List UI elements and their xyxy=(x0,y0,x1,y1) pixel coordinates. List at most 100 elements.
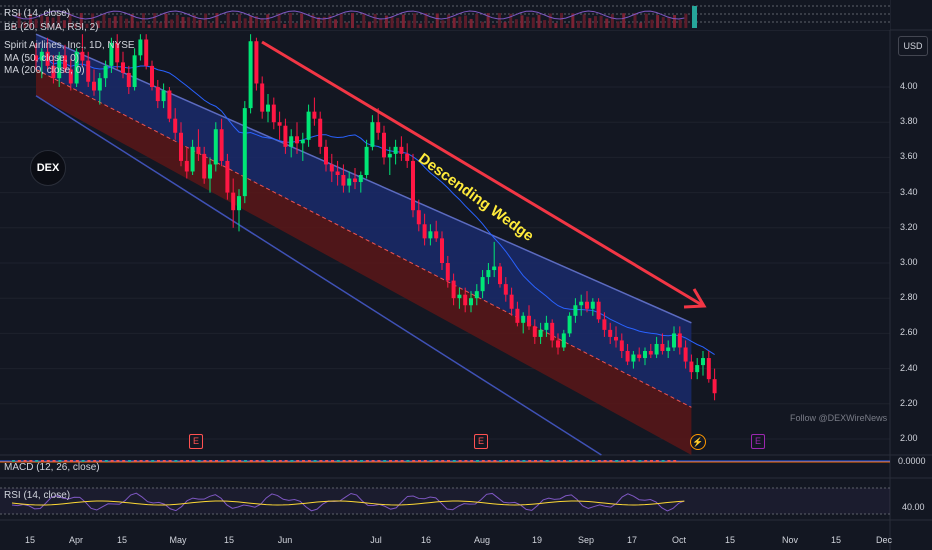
volume-bar xyxy=(593,16,597,28)
volume-bar xyxy=(266,14,270,28)
candle-body xyxy=(573,305,578,316)
ma50-legend[interactable]: MA (50, close, 0) xyxy=(4,53,135,66)
candle-body xyxy=(266,104,270,112)
lightning-icon[interactable]: ⚡ xyxy=(690,434,706,450)
volume-bar xyxy=(554,23,558,28)
macd-histogram-bar xyxy=(580,460,584,462)
macd-histogram-bar xyxy=(290,460,294,462)
candle-body xyxy=(515,308,520,323)
candle-body xyxy=(312,111,317,119)
volume-bar xyxy=(678,19,682,28)
macd-histogram-bar xyxy=(122,460,126,462)
macd-histogram-bar xyxy=(505,460,508,462)
volume-bar xyxy=(650,19,654,28)
volume-bar xyxy=(260,18,264,28)
volume-bar xyxy=(294,22,298,28)
macd-histogram-bar xyxy=(621,460,624,462)
macd-histogram-bar xyxy=(464,460,468,462)
earnings-badge[interactable]: E xyxy=(189,434,203,449)
volume-bar xyxy=(514,19,518,28)
candle-body xyxy=(590,301,595,309)
macd-histogram-bar xyxy=(128,460,131,462)
macd-histogram-bar xyxy=(539,460,543,462)
candle-body xyxy=(353,178,357,183)
candle-body xyxy=(411,160,415,211)
volume-bar xyxy=(367,21,371,28)
volume-bar xyxy=(141,13,145,28)
candle-body xyxy=(637,354,642,359)
macd-histogram-bar xyxy=(557,460,561,462)
macd-histogram-bar xyxy=(360,460,363,462)
top-rsi-legend[interactable]: RSI (14, close) xyxy=(4,8,70,20)
macd-histogram-bar xyxy=(586,460,590,462)
candle-body xyxy=(248,41,253,109)
time-tick-label: 15 xyxy=(724,535,736,545)
macd-histogram-bar xyxy=(110,460,114,462)
volume-bar xyxy=(339,13,343,28)
volume-bar xyxy=(243,18,247,28)
earnings-badge-upcoming[interactable]: E xyxy=(751,434,765,449)
earnings-badge[interactable]: E xyxy=(474,434,488,449)
time-tick-label: 16 xyxy=(420,535,432,545)
candle-body xyxy=(614,336,618,341)
lower-channel-fill xyxy=(36,69,692,456)
symbol-title[interactable]: Spirit Airlines, Inc., 1D, NYSE xyxy=(4,40,135,53)
top-bb-legend[interactable]: BB (20, SMA, RSI, 2) xyxy=(4,22,98,34)
candle-body xyxy=(196,146,201,154)
macd-histogram-bar xyxy=(238,460,242,462)
macd-histogram-bar xyxy=(528,460,532,462)
volume-bar xyxy=(283,24,287,28)
time-tick-label: Aug xyxy=(473,535,491,545)
macd-histogram-bar xyxy=(133,460,137,462)
candle-body xyxy=(393,146,398,154)
volume-bar xyxy=(396,17,400,28)
candle-body xyxy=(654,343,659,355)
currency-button[interactable]: USD xyxy=(898,36,928,56)
time-tick-label: Jun xyxy=(277,535,293,545)
candle-body xyxy=(260,83,265,112)
volume-bar xyxy=(164,13,168,28)
candle-body xyxy=(173,118,178,133)
macd-histogram-bar xyxy=(174,460,178,462)
candle-body xyxy=(208,164,212,179)
volume-bar xyxy=(413,13,417,28)
candle-body xyxy=(138,39,143,56)
macd-histogram-bar xyxy=(180,460,184,462)
macd-histogram-bar xyxy=(452,460,456,462)
candle-body xyxy=(567,315,572,334)
candle-body xyxy=(538,329,543,337)
macd-histogram-bar xyxy=(249,460,253,462)
candle-body xyxy=(202,153,207,179)
macd-histogram-bar xyxy=(650,460,653,462)
volume-bar xyxy=(577,20,580,28)
macd-histogram-bar xyxy=(644,460,648,462)
macd-histogram-bar xyxy=(191,460,195,462)
candle-body xyxy=(608,329,613,337)
price-tick-label: 2.60 xyxy=(900,327,918,338)
candle-body xyxy=(277,122,282,126)
volume-bar xyxy=(644,13,648,28)
volume-bar xyxy=(362,13,366,28)
volume-bar xyxy=(548,13,552,28)
ma200-legend[interactable]: MA (200, close, 0) xyxy=(4,65,135,78)
volume-bar xyxy=(384,15,388,28)
volume-bar xyxy=(136,21,140,28)
candle-body xyxy=(324,146,328,165)
macd-histogram-bar xyxy=(400,460,404,462)
macd-histogram-bar xyxy=(342,460,346,462)
macd-histogram-bar xyxy=(487,460,491,462)
candle-body xyxy=(561,333,566,348)
macd-histogram-bar xyxy=(278,460,282,462)
price-tick-label: 4.00 xyxy=(900,81,918,91)
volume-bar xyxy=(656,15,660,28)
candle-body xyxy=(672,333,676,348)
macd-histogram-bar xyxy=(481,460,485,462)
macd-histogram-bar xyxy=(354,460,358,462)
candlestick-chart[interactable] xyxy=(0,0,932,550)
rsi-legend[interactable]: RSI (14, close) xyxy=(4,490,70,501)
candle-body xyxy=(486,270,491,278)
candle-body xyxy=(579,301,584,306)
candle-body xyxy=(712,379,717,394)
volume-bar xyxy=(599,15,603,28)
macd-legend[interactable]: MACD (12, 26, close) xyxy=(4,462,100,473)
